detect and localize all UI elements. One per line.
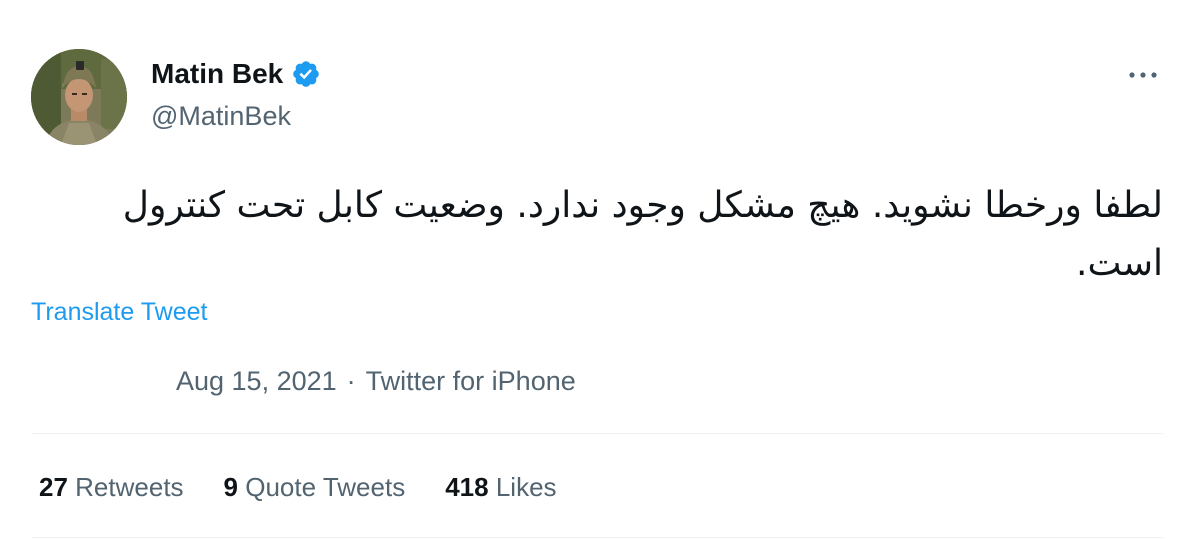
tweet-text: لطفا ورخطا نشوید. هیچ مشکل وجود ندارد. و… <box>122 185 1163 284</box>
tweet-card: Matin Bek @MatinBek لطفا ورخطا نشوید. هی… <box>0 0 1194 540</box>
avatar[interactable] <box>31 49 127 145</box>
quote-tweets-count: 9 <box>223 472 239 502</box>
more-options-icon[interactable] <box>1125 60 1161 90</box>
tweet-meta: Aug 15, 2021 · Twitter for iPhone <box>176 366 576 397</box>
retweets-stat[interactable]: 27 Retweets <box>39 472 184 503</box>
verified-badge-icon <box>291 59 321 89</box>
display-name[interactable]: Matin Bek <box>151 58 283 90</box>
user-handle[interactable]: @MatinBek <box>151 101 291 132</box>
likes-stat[interactable]: 418 Likes <box>445 472 556 503</box>
likes-count: 418 <box>445 472 489 502</box>
tweet-source[interactable]: Twitter for iPhone <box>366 366 576 397</box>
meta-separator: · <box>346 366 356 396</box>
divider <box>31 433 1163 434</box>
retweets-label: Retweets <box>75 472 184 502</box>
author-name-row[interactable]: Matin Bek <box>151 58 321 90</box>
avatar-image <box>31 49 127 145</box>
translate-tweet-link[interactable]: Translate Tweet <box>31 298 207 327</box>
retweets-count: 27 <box>39 472 68 502</box>
divider <box>31 537 1163 538</box>
quote-tweets-label: Quote Tweets <box>245 472 406 502</box>
likes-label: Likes <box>495 472 557 502</box>
engagement-stats: 27 Retweets 9 Quote Tweets 418 Likes <box>39 472 557 503</box>
quote-tweets-stat[interactable]: 9 Quote Tweets <box>224 472 406 503</box>
tweet-date[interactable]: Aug 15, 2021 <box>176 366 337 397</box>
